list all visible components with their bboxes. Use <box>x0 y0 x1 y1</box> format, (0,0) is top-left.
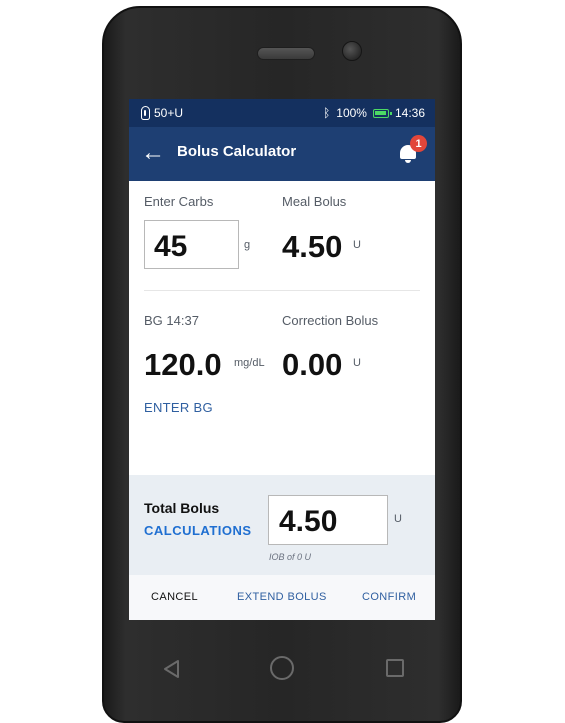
app-bar: ← Bolus Calculator <box>129 127 435 181</box>
calculations-link[interactable]: CALCULATIONS <box>144 523 252 538</box>
section-divider <box>144 290 420 291</box>
confirm-button[interactable]: CONFIRM <box>362 591 416 603</box>
battery-icon <box>372 108 392 118</box>
nav-back-icon[interactable] <box>162 659 180 679</box>
back-arrow-icon[interactable]: ← <box>141 141 165 165</box>
bell-clapper <box>405 160 411 163</box>
device-screen: 50+U ᛒ 100% 14:36 ← Bolus Calculator 1 E… <box>129 99 435 620</box>
carbs-input[interactable]: 45 <box>144 220 239 269</box>
total-bolus-value: 4.50 <box>279 505 338 538</box>
total-bolus-unit: U <box>394 513 402 525</box>
cancel-button[interactable]: CANCEL <box>151 591 198 603</box>
speaker-grille <box>257 47 315 60</box>
iob-note: IOB of 0 U <box>269 552 312 562</box>
bg-label: BG 14:37 <box>144 313 199 328</box>
bg-unit: mg/dL <box>234 357 265 369</box>
bg-value: 120.0 <box>144 347 222 382</box>
carbs-label: Enter Carbs <box>144 194 214 209</box>
status-time: 14:36 <box>394 106 425 120</box>
bluetooth-icon: ᛒ <box>323 106 331 120</box>
status-left: 50+U <box>141 106 183 120</box>
status-bar: 50+U ᛒ 100% 14:36 <box>129 99 435 127</box>
notification-badge: 1 <box>410 135 427 152</box>
correction-bolus-unit: U <box>353 357 361 369</box>
front-camera <box>342 41 362 61</box>
reservoir-level: 50+U <box>154 106 184 120</box>
status-right: ᛒ 100% 14:36 <box>323 106 425 120</box>
total-bolus-title: Total Bolus <box>144 500 220 516</box>
nav-recent-icon[interactable] <box>386 659 404 677</box>
meal-bolus-unit: U <box>353 239 361 251</box>
carbs-value: 45 <box>154 230 188 263</box>
total-bolus-panel: Total Bolus CALCULATIONS 4.50 U IOB of 0… <box>129 475 435 575</box>
meal-bolus-value: 4.50 <box>282 229 343 264</box>
extend-bolus-button[interactable]: EXTEND BOLUS <box>237 591 327 603</box>
nav-home-icon[interactable] <box>270 656 294 680</box>
total-bolus-input[interactable]: 4.50 <box>268 495 388 545</box>
page-title: Bolus Calculator <box>177 143 297 160</box>
carbs-unit: g <box>244 239 251 251</box>
enter-bg-link[interactable]: ENTER BG <box>144 400 213 415</box>
pod-icon <box>141 106 150 120</box>
correction-bolus-value: 0.00 <box>282 347 343 382</box>
action-bar: CANCEL EXTEND BOLUS CONFIRM <box>129 575 435 620</box>
battery-percent: 100% <box>336 106 367 120</box>
meal-bolus-label: Meal Bolus <box>282 194 347 209</box>
correction-bolus-label: Correction Bolus <box>282 313 379 328</box>
